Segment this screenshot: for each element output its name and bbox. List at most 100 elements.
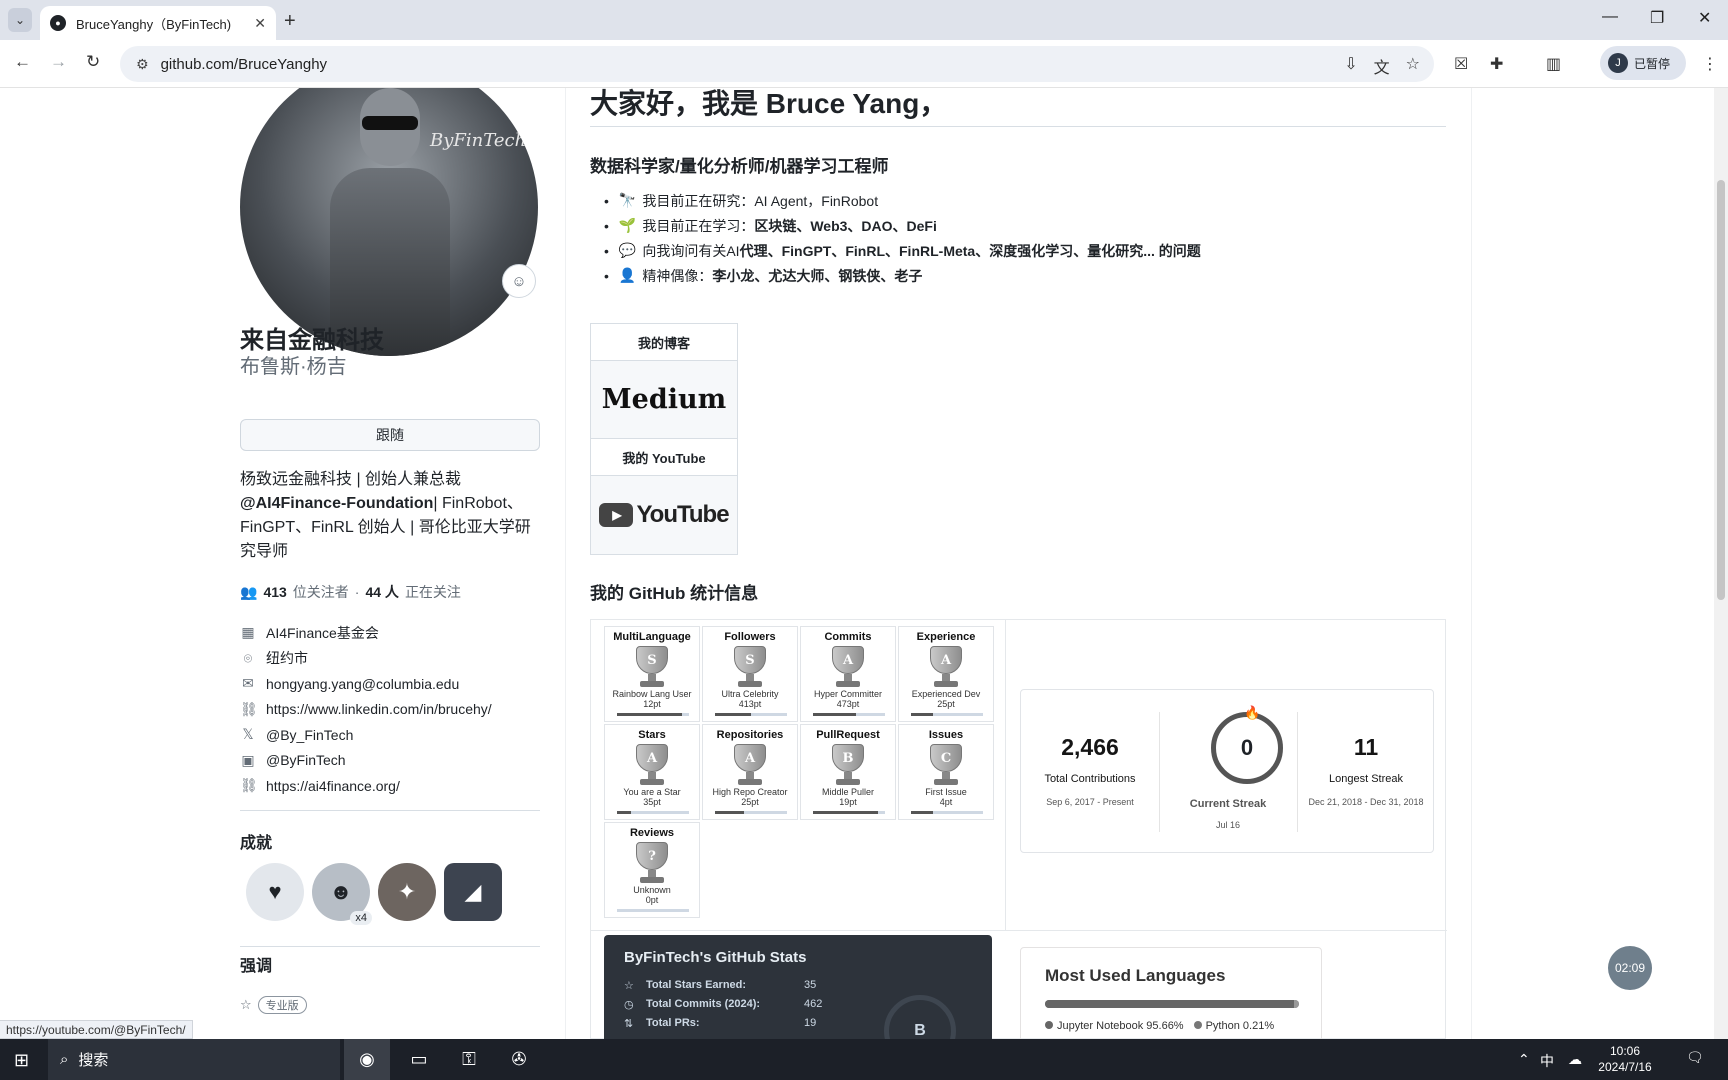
trophy-card[interactable]: Issues C First Issue 4pt (898, 724, 994, 820)
trophy-desc: Rainbow Lang User (612, 689, 692, 699)
vcard-linkedin[interactable]: ⛓ https://www.linkedin.com/in/brucehy/ (240, 697, 540, 723)
trophy-card[interactable]: Stars A You are a Star 35pt (604, 724, 700, 820)
windows-start-icon[interactable]: ⊞ (14, 1050, 29, 1071)
trophy-card[interactable]: Followers S Ultra Celebrity 413pt (702, 626, 798, 722)
trophy-card[interactable]: MultiLanguage S Rainbow Lang User 12pt (604, 626, 700, 722)
badge-count: x4 (350, 911, 372, 925)
trophy-cup-icon: A (730, 744, 770, 786)
trophy-progress (715, 713, 787, 716)
reload-icon[interactable]: ↻ (86, 52, 100, 72)
translate-icon[interactable]: 文 (1374, 54, 1390, 78)
forward-icon[interactable]: → (50, 52, 67, 72)
person-icon: 👤 (618, 267, 637, 283)
yolo-badge-icon[interactable]: ✦ (378, 863, 436, 921)
extensions-puzzle-icon[interactable]: ✚ (1490, 54, 1503, 74)
streak-card[interactable]: 2,466 Total Contributions Sep 6, 2017 - … (1020, 689, 1434, 853)
vcard-location: ⌾ 纽约市 (240, 646, 540, 672)
followers-count[interactable]: 413 (263, 584, 286, 600)
list-item: 🌱我目前正在学习：区块链、Web3、DAO、DeFi (604, 213, 1201, 238)
install-app-icon[interactable]: ⇩ (1344, 54, 1357, 78)
ime-indicator[interactable]: 中 (1540, 1051, 1554, 1071)
sidebar-divider (240, 810, 540, 811)
trophy-points: 12pt (643, 699, 661, 709)
trophy-card[interactable]: Reviews? Unknown 0pt (604, 822, 700, 918)
file-explorer-icon[interactable]: ▭ (396, 1039, 442, 1080)
restore-icon[interactable]: ❐ (1650, 8, 1664, 28)
bio-line: 杨致远金融科技 | 创始人兼总裁 (240, 471, 462, 488)
notification-icon[interactable]: 🗨 (1686, 1049, 1704, 1066)
trophy-card[interactable]: PullRequest B Middle Puller 19pt (800, 724, 896, 820)
trophy-progress (813, 713, 885, 716)
followers-label[interactable]: 位关注者 (293, 582, 349, 602)
follow-stats: 👥 413 位关注者 · 44 人 正在关注 (240, 582, 461, 602)
history-icon: ◷ (624, 999, 634, 1011)
trophy-points: 473pt (836, 699, 860, 709)
stats-title: 我的 GitHub 统计信息 (590, 584, 759, 603)
new-tab-button[interactable]: + (284, 10, 296, 33)
site-info-icon[interactable]: ⚙ (136, 56, 149, 73)
close-window-icon[interactable]: ✕ (1698, 8, 1711, 28)
trophy-points: 4pt (939, 797, 953, 807)
chrome-app-icon[interactable]: ◉ (344, 1039, 390, 1080)
profile-bio: 杨致远金融科技 | 创始人兼总裁 @AI4Finance-Foundation|… (240, 468, 542, 564)
trophy-card[interactable]: Repositories A High Repo Creator 25pt (702, 724, 798, 820)
vcard-website[interactable]: ⛓ https://ai4finance.org/ (240, 773, 540, 799)
vcard-youtube[interactable]: ▣ @ByFinTech (240, 748, 540, 774)
youtube-link[interactable]: ▶ YouTube (591, 476, 737, 554)
active-tab[interactable]: ● BruceYanghy（ByFinTech) ✕ (40, 6, 276, 40)
profile-details: ▦ AI4Finance基金会 ⌾ 纽约市 ✉ hongyang.yang@colum… (240, 620, 540, 799)
trophy-cup-icon: S (730, 646, 770, 688)
recording-timer[interactable]: 02:09 (1608, 946, 1652, 990)
page-scrollbar[interactable] (1714, 88, 1728, 1039)
tab-close-icon[interactable]: ✕ (254, 15, 266, 32)
tray-app-icon[interactable]: ☁ (1568, 1051, 1582, 1068)
highlight-pro: ☆ 专业版 (240, 996, 307, 1014)
x-icon: 𝕏 (242, 726, 254, 743)
address-bar[interactable]: ⚙ github.com/BruceYanghy ⇩ 文 ☆ (120, 46, 1434, 82)
trophy-desc: First Issue (925, 787, 967, 797)
profile-chip[interactable]: J 已暂停 (1600, 46, 1686, 80)
system-clock[interactable]: 10:06 2024/7/16 (1590, 1043, 1660, 1075)
list-item: 💬向我询问有关AI 代理、FinGPT、FinRL、FinRL-Meta、深度强… (604, 238, 1201, 263)
minimize-icon[interactable]: — (1602, 8, 1618, 26)
trophy-desc: Ultra Celebrity (721, 689, 779, 699)
bookmark-star-icon[interactable]: ☆ (1406, 54, 1420, 78)
following-label[interactable]: 正在关注 (405, 582, 461, 602)
medium-link[interactable]: Medium (591, 361, 737, 439)
list-item: 🔭我目前正在研究：AI Agent，FinRobot (604, 188, 1201, 213)
app-icon[interactable]: ✇ (496, 1039, 542, 1080)
heart-badge-icon[interactable]: ♥ (246, 863, 304, 921)
back-icon[interactable]: ← (14, 52, 31, 72)
status-smiley-icon[interactable]: ☺ (502, 264, 536, 298)
star-icon: ☆ (624, 980, 634, 992)
profile-username: 布鲁斯·杨吉 (240, 356, 347, 378)
blog-table: 我的博客 Medium 我的 YouTube ▶ YouTube (590, 323, 738, 555)
taskbar-search[interactable]: ⌕ 搜索 (48, 1039, 340, 1080)
bio-org-link[interactable]: @AI4Finance-Foundation (240, 495, 433, 512)
trophy-title: Issues (928, 729, 964, 741)
trophy-progress (813, 811, 885, 814)
vcard-x[interactable]: 𝕏 @By_FinTech (240, 722, 540, 748)
top-languages-card[interactable]: Most Used Languages Jupyter Notebook 95.… (1020, 947, 1322, 1039)
reading-mode-icon[interactable]: ▥ (1546, 54, 1561, 74)
extension-x-icon[interactable]: ☒ (1454, 54, 1468, 74)
people-icon: 👥 (240, 583, 258, 600)
profile-avatar-image[interactable]: ByFinTech (240, 88, 538, 356)
key-app-icon[interactable]: ⚿ (446, 1039, 492, 1080)
follow-button[interactable]: 跟随 (240, 419, 540, 451)
menu-kebab-icon[interactable]: ⋮ (1702, 54, 1718, 74)
trophy-title: MultiLanguage (613, 631, 691, 643)
tab-search-button[interactable]: ⌄ (8, 8, 32, 32)
trophy-card[interactable]: Experience A Experienced Dev 25pt (898, 626, 994, 722)
pull-shark-badge-icon[interactable]: ☻ x4 (312, 863, 372, 925)
vcard-email[interactable]: ✉ hongyang.yang@columbia.edu (240, 671, 540, 697)
stat-row: ◷ Total Commits (2024): 462 (624, 998, 823, 1011)
current-streak: 🔥 0 Current Streak Jul 16 (1159, 690, 1297, 854)
arctic-badge-icon[interactable]: ◢ (444, 863, 502, 921)
scrollbar-thumb[interactable] (1717, 180, 1725, 600)
trophy-title: Followers (724, 631, 776, 643)
github-stats-card[interactable]: ByFinTech's GitHub Stats ☆ Total Stars Ea… (604, 935, 992, 1039)
following-count[interactable]: 44 人 (365, 582, 398, 602)
trophy-card[interactable]: Commits A Hyper Committer 473pt (800, 626, 896, 722)
tray-chevron-icon[interactable]: ⌃ (1518, 1051, 1530, 1068)
